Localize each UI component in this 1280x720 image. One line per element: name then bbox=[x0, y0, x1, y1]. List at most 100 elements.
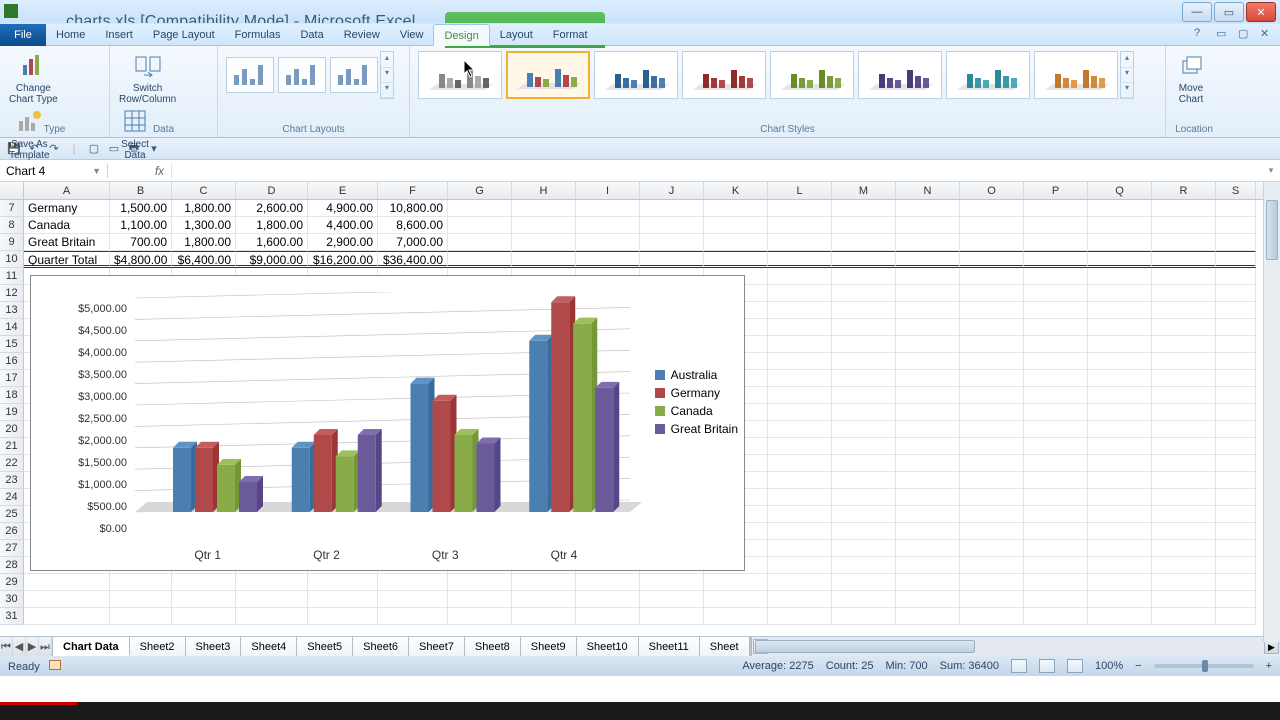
cell[interactable] bbox=[960, 404, 1024, 421]
cell[interactable] bbox=[1152, 285, 1216, 302]
cell[interactable] bbox=[1088, 319, 1152, 336]
cell[interactable]: 1,800.00 bbox=[236, 217, 308, 234]
cell[interactable] bbox=[960, 608, 1024, 625]
cell[interactable] bbox=[640, 217, 704, 234]
cell[interactable] bbox=[1088, 200, 1152, 217]
cell[interactable] bbox=[960, 234, 1024, 251]
cell[interactable]: 10,800.00 bbox=[378, 200, 448, 217]
cell[interactable] bbox=[1216, 489, 1256, 506]
cell[interactable] bbox=[896, 608, 960, 625]
cell[interactable] bbox=[832, 540, 896, 557]
select-all-corner[interactable] bbox=[0, 182, 24, 200]
cell[interactable] bbox=[1152, 557, 1216, 574]
cell[interactable] bbox=[1216, 574, 1256, 591]
cell[interactable] bbox=[1216, 353, 1256, 370]
cell[interactable] bbox=[172, 591, 236, 608]
cell[interactable] bbox=[960, 574, 1024, 591]
tab-data[interactable]: Data bbox=[290, 24, 333, 46]
cell[interactable] bbox=[308, 608, 378, 625]
cell[interactable] bbox=[1152, 370, 1216, 387]
column-header-R[interactable]: R bbox=[1152, 182, 1216, 199]
cell[interactable] bbox=[1024, 387, 1088, 404]
cell[interactable] bbox=[704, 608, 768, 625]
cell[interactable] bbox=[896, 387, 960, 404]
sheet-tab-sheet2[interactable]: Sheet2 bbox=[130, 637, 186, 656]
cell[interactable] bbox=[378, 574, 448, 591]
cell[interactable] bbox=[960, 421, 1024, 438]
cell[interactable] bbox=[1024, 285, 1088, 302]
cell[interactable] bbox=[960, 540, 1024, 557]
row-header-21[interactable]: 21 bbox=[0, 438, 24, 455]
column-header-J[interactable]: J bbox=[640, 182, 704, 199]
row-header-25[interactable]: 25 bbox=[0, 506, 24, 523]
cell[interactable]: 7,000.00 bbox=[378, 234, 448, 251]
worksheet-grid[interactable]: ABCDEFGHIJKLMNOPQRS 78910111213141516171… bbox=[0, 182, 1280, 636]
cell[interactable] bbox=[448, 217, 512, 234]
cell[interactable] bbox=[110, 591, 172, 608]
cell[interactable] bbox=[1152, 404, 1216, 421]
cell[interactable] bbox=[896, 540, 960, 557]
tab-view[interactable]: View bbox=[390, 24, 434, 46]
cell[interactable] bbox=[1024, 574, 1088, 591]
cell[interactable] bbox=[1088, 574, 1152, 591]
cell[interactable] bbox=[896, 591, 960, 608]
cell[interactable] bbox=[768, 353, 832, 370]
cell[interactable] bbox=[1088, 489, 1152, 506]
chart-layout-thumb-3[interactable] bbox=[330, 57, 378, 93]
tab-design[interactable]: Design bbox=[433, 24, 489, 46]
cell[interactable] bbox=[960, 217, 1024, 234]
cell[interactable] bbox=[896, 200, 960, 217]
cell[interactable] bbox=[768, 268, 832, 285]
cell[interactable] bbox=[832, 404, 896, 421]
cell[interactable] bbox=[768, 608, 832, 625]
cell[interactable]: 700.00 bbox=[110, 234, 172, 251]
cell[interactable] bbox=[704, 200, 768, 217]
cell[interactable] bbox=[1216, 540, 1256, 557]
switch-row-column-button[interactable]: SwitchRow/Column bbox=[119, 49, 176, 105]
cell[interactable] bbox=[896, 523, 960, 540]
cell[interactable] bbox=[832, 251, 896, 268]
cell[interactable] bbox=[768, 217, 832, 234]
cell[interactable] bbox=[1152, 438, 1216, 455]
cell[interactable] bbox=[1024, 319, 1088, 336]
cell[interactable]: 1,600.00 bbox=[236, 234, 308, 251]
cell[interactable] bbox=[512, 608, 576, 625]
prev-sheet-icon[interactable]: ◀ bbox=[13, 637, 26, 656]
horizontal-scrollbar[interactable]: ◀ ▶ bbox=[750, 637, 1280, 656]
cell[interactable] bbox=[576, 234, 640, 251]
cell[interactable] bbox=[512, 574, 576, 591]
legend-item[interactable]: Australia bbox=[655, 368, 738, 382]
tab-format[interactable]: Format bbox=[543, 24, 598, 46]
column-header-E[interactable]: E bbox=[308, 182, 378, 199]
sheet-tab-sheet8[interactable]: Sheet8 bbox=[465, 637, 521, 656]
cell[interactable] bbox=[512, 251, 576, 268]
cell[interactable] bbox=[960, 455, 1024, 472]
cell[interactable] bbox=[1088, 336, 1152, 353]
cell[interactable] bbox=[1216, 285, 1256, 302]
row-header-19[interactable]: 19 bbox=[0, 404, 24, 421]
column-header-K[interactable]: K bbox=[704, 182, 768, 199]
cell[interactable] bbox=[576, 217, 640, 234]
cell[interactable] bbox=[768, 302, 832, 319]
cell[interactable] bbox=[1024, 268, 1088, 285]
cell[interactable] bbox=[1152, 353, 1216, 370]
cell[interactable] bbox=[640, 591, 704, 608]
cell[interactable] bbox=[768, 472, 832, 489]
cell[interactable] bbox=[832, 574, 896, 591]
cell[interactable] bbox=[768, 489, 832, 506]
column-header-H[interactable]: H bbox=[512, 182, 576, 199]
cell[interactable] bbox=[768, 285, 832, 302]
column-header-M[interactable]: M bbox=[832, 182, 896, 199]
cell[interactable] bbox=[832, 421, 896, 438]
cell[interactable] bbox=[896, 353, 960, 370]
cell[interactable] bbox=[1088, 251, 1152, 268]
tab-layout[interactable]: Layout bbox=[490, 24, 543, 46]
cell[interactable] bbox=[1024, 200, 1088, 217]
sheet-tab-chart-data[interactable]: Chart Data bbox=[53, 637, 130, 656]
cell[interactable] bbox=[896, 336, 960, 353]
sheet-tab-sheet3[interactable]: Sheet3 bbox=[186, 637, 242, 656]
cell[interactable] bbox=[1088, 455, 1152, 472]
cell[interactable] bbox=[832, 285, 896, 302]
cell[interactable] bbox=[308, 591, 378, 608]
cell[interactable] bbox=[960, 438, 1024, 455]
